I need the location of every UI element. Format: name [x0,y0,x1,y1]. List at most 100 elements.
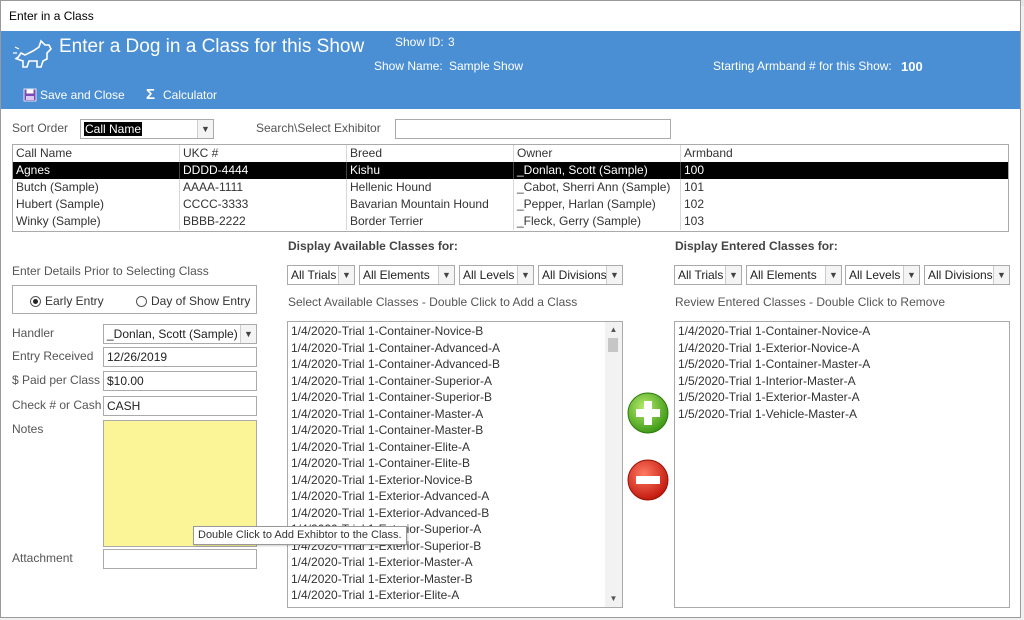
chevron-down-icon[interactable]: ▼ [438,266,454,284]
chevron-down-icon[interactable]: ▼ [606,266,622,284]
available-classes-list[interactable]: 1/4/2020-Trial 1-Container-Novice-B 1/4/2… [287,321,623,608]
list-item[interactable]: 1/4/2020-Trial 1-Container-Advanced-B [288,356,622,373]
chevron-down-icon[interactable]: ▼ [197,120,213,138]
filter-value: All Divisions [928,268,993,282]
chevron-down-icon[interactable]: ▼ [825,266,841,284]
exhibitor-grid: Call Name UKC # Breed Owner Armband Agne… [12,144,1009,232]
notes-label: Notes [12,422,44,436]
list-item[interactable]: 1/4/2020-Trial 1-Container-Elite-B [288,455,622,472]
list-item[interactable]: 1/5/2020-Trial 1-Container-Master-A [675,356,1009,373]
list-item[interactable]: 1/4/2020-Trial 1-Exterior-Master-B [288,571,622,588]
list-item[interactable]: 1/4/2020-Trial 1-Exterior-Master-A [288,554,622,571]
list-item[interactable]: 1/4/2020-Trial 1-Container-Master-A [288,406,622,423]
list-item[interactable]: 1/4/2020-Trial 1-Container-Novice-B [288,323,622,340]
cell-call-name: Hubert (Sample) [13,196,180,213]
available-instruction: Select Available Classes - Double Click … [288,295,578,309]
list-item[interactable]: 1/4/2020-Trial 1-Exterior-Novice-A [675,340,1009,357]
day-of-show-radio[interactable]: Day of Show Entry [136,294,250,308]
calculator-button[interactable]: Σ Calculator [146,85,217,105]
entered-trials-filter[interactable]: All Trials ▼ [674,265,742,285]
col-breed[interactable]: Breed [347,145,514,162]
attachment-label: Attachment [12,551,73,565]
filter-value: All Trials [291,268,337,282]
table-row[interactable]: Butch (Sample) AAAA-1111 Hellenic Hound … [13,179,1008,196]
cell-call-name: Agnes [13,162,180,179]
list-item[interactable]: 1/4/2020-Trial 1-Container-Advanced-A [288,340,622,357]
search-exhibitor-label: Search\Select Exhibitor [256,121,381,135]
entered-heading: Display Entered Classes for: [675,239,838,253]
page-title: Enter a Dog in a Class for this Show [59,36,365,57]
cell-armband: 102 [684,197,705,211]
cell-ukc: BBBB-2222 [180,213,347,230]
filter-value: All Levels [849,268,901,282]
add-class-button[interactable] [627,392,669,434]
list-item[interactable]: 1/5/2020-Trial 1-Interior-Master-A [675,373,1009,390]
available-divisions-filter[interactable]: All Divisions ▼ [538,265,623,285]
table-row[interactable]: Winky (Sample) BBBB-2222 Border Terrier … [13,213,1008,230]
chevron-down-icon[interactable]: ▼ [725,266,741,284]
entry-received-label: Entry Received [12,349,94,363]
chevron-down-icon[interactable]: ▼ [993,266,1009,284]
sigma-icon: Σ [146,86,156,103]
col-owner[interactable]: Owner [514,145,681,162]
save-and-close-button[interactable]: Save and Close [23,85,125,105]
chevron-down-icon[interactable]: ▼ [517,266,533,284]
entered-levels-filter[interactable]: All Levels ▼ [845,265,920,285]
entered-elements-filter[interactable]: All Elements ▼ [746,265,842,285]
available-trials-filter[interactable]: All Trials ▼ [287,265,355,285]
list-item[interactable]: 1/5/2020-Trial 1-Vehicle-Master-A [675,406,1009,423]
show-name-label: Show Name: [374,59,443,73]
col-ukc[interactable]: UKC # [180,145,347,162]
window-title: Enter in a Class [1,1,1020,31]
filter-value: All Levels [463,268,515,282]
early-entry-radio[interactable]: Early Entry [30,294,104,308]
handler-select[interactable]: _Donlan, Scott (Sample) ▼ [103,324,257,344]
entered-divisions-filter[interactable]: All Divisions ▼ [924,265,1010,285]
cell-breed: Border Terrier [347,213,514,230]
sort-order-label: Sort Order [12,121,69,135]
list-item[interactable]: 1/4/2020-Trial 1-Exterior-Elite-A [288,587,622,604]
cell-breed: Hellenic Hound [347,179,514,196]
list-item[interactable]: 1/4/2020-Trial 1-Exterior-Advanced-B [288,505,622,522]
list-item[interactable]: 1/4/2020-Trial 1-Container-Elite-A [288,439,622,456]
attachment-field[interactable] [103,549,257,569]
chevron-down-icon[interactable]: ▼ [903,266,919,284]
armband-label: Starting Armband # for this Show: [713,59,892,73]
paid-field[interactable]: $10.00 [103,371,257,391]
list-item[interactable]: 1/4/2020-Trial 1-Container-Novice-A [675,323,1009,340]
entered-classes-list[interactable]: 1/4/2020-Trial 1-Container-Novice-A 1/4/2… [674,321,1010,608]
chevron-down-icon[interactable]: ▼ [338,266,354,284]
chevron-down-icon[interactable]: ▼ [240,325,256,343]
scroll-down-icon[interactable]: ▼ [605,591,622,607]
check-field[interactable]: CASH [103,396,257,416]
day-of-show-label: Day of Show Entry [151,294,251,308]
list-item[interactable]: 1/4/2020-Trial 1-Exterior-Advanced-A [288,488,622,505]
col-call-name[interactable]: Call Name [13,145,180,162]
list-item[interactable]: 1/4/2020-Trial 1-Container-Superior-B [288,389,622,406]
details-heading: Enter Details Prior to Selecting Class [12,264,209,278]
entry-received-field[interactable]: 12/26/2019 [103,347,257,367]
col-armband[interactable]: Armband [681,145,1008,162]
remove-class-button[interactable] [627,459,669,501]
sort-order-select[interactable]: Call Name ▼ [80,119,214,139]
cell-ukc: AAAA-1111 [180,179,347,196]
table-row[interactable]: Agnes DDDD-4444 Kishu _Donlan, Scott (Sa… [13,162,1008,179]
vertical-scrollbar[interactable]: ▲ ▼ [605,322,622,607]
list-item[interactable]: 1/4/2020-Trial 1-Exterior-Novice-B [288,472,622,489]
search-exhibitor-input[interactable] [395,119,671,139]
list-item[interactable]: 1/5/2020-Trial 1-Exterior-Master-A [675,389,1009,406]
cell-call-name: Butch (Sample) [13,179,180,196]
list-item[interactable]: 1/4/2020-Trial 1-Container-Master-B [288,422,622,439]
list-item[interactable]: 1/4/2020-Trial 1-Container-Superior-A [288,373,622,390]
check-label: Check # or Cash [12,398,102,412]
header-banner: Enter a Dog in a Class for this Show Sho… [1,31,1020,109]
table-row[interactable]: Hubert (Sample) CCCC-3333 Bavarian Mount… [13,196,1008,213]
show-name-value: Sample Show [449,59,524,73]
cell-armband: 103 [684,214,705,228]
available-elements-filter[interactable]: All Elements ▼ [359,265,455,285]
scroll-up-icon[interactable]: ▲ [605,322,622,338]
available-levels-filter[interactable]: All Levels ▼ [459,265,534,285]
available-heading: Display Available Classes for: [288,239,458,253]
scroll-thumb[interactable] [608,338,618,352]
calculator-label: Calculator [163,88,218,102]
